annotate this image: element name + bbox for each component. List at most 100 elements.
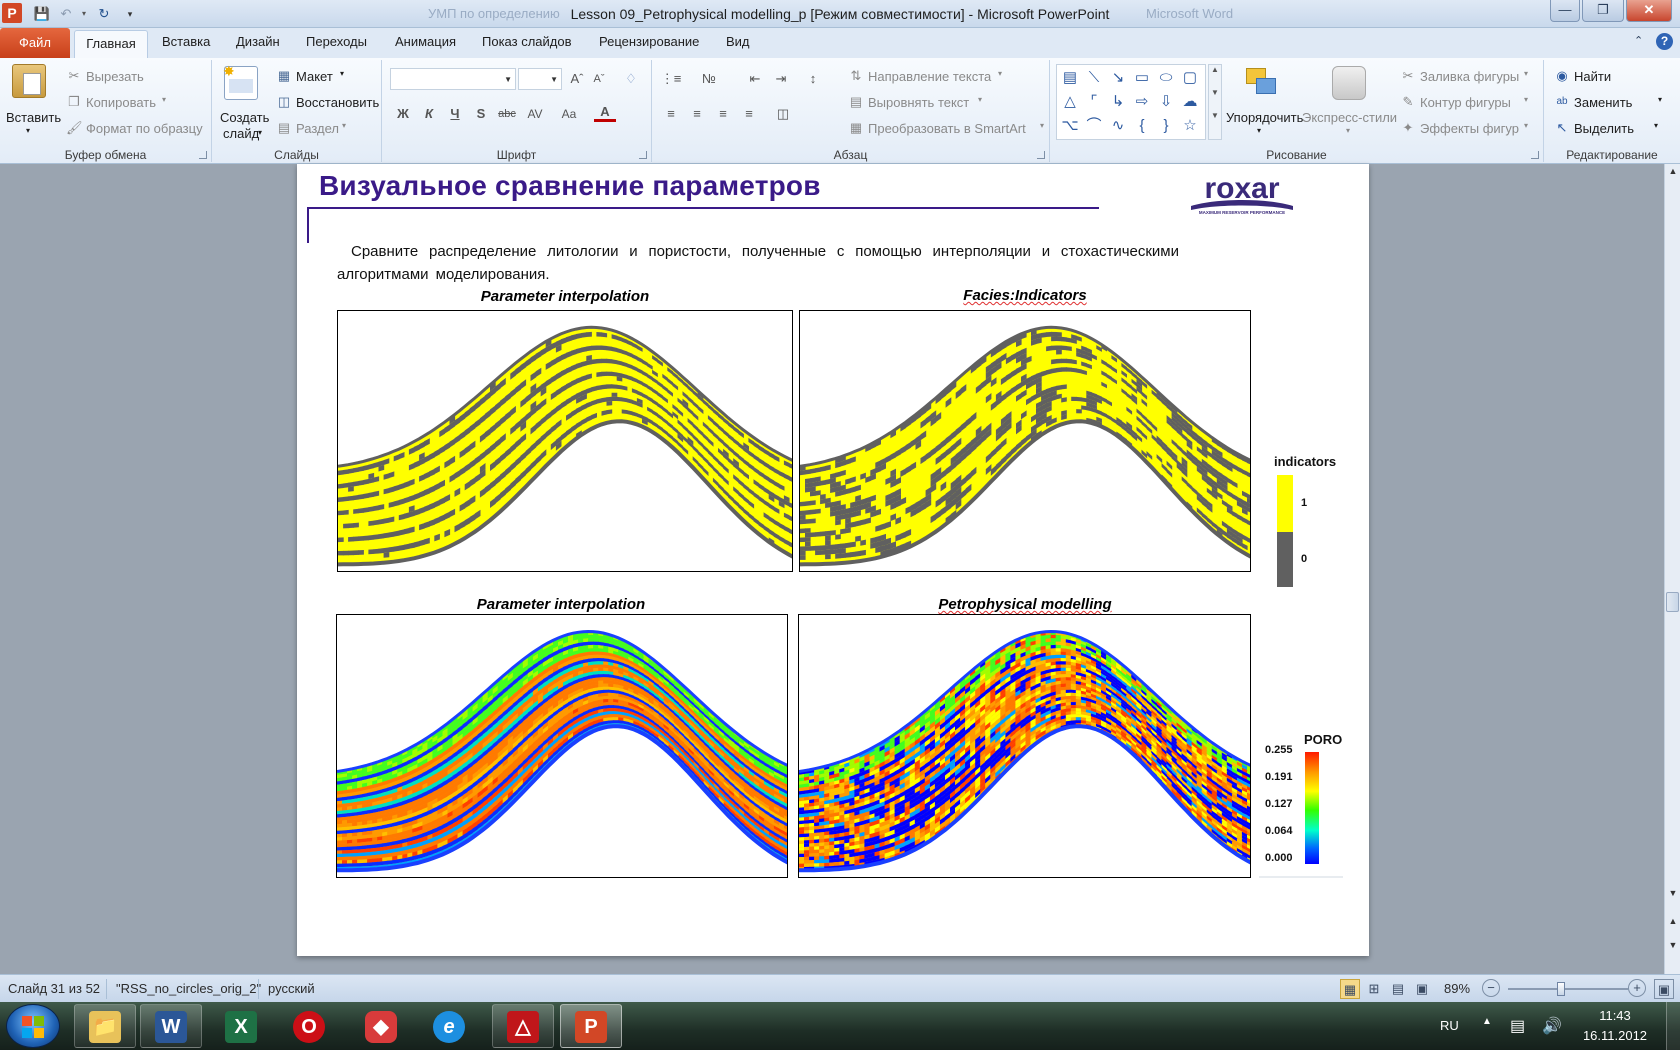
clear-formatting-icon[interactable]: ♢ <box>620 69 642 89</box>
elbow-arrow-icon[interactable]: ↳ <box>1107 91 1129 113</box>
minimize-ribbon-icon[interactable]: ⌃ <box>1634 34 1643 47</box>
left-brace-shape-icon[interactable]: { <box>1131 115 1153 137</box>
new-slide-button-line2[interactable]: слайд <box>223 126 259 141</box>
shape-outline-button[interactable]: Контур фигуры <box>1420 95 1511 110</box>
font-color-button[interactable]: A <box>594 102 616 122</box>
increase-indent-icon[interactable]: ⇥ <box>770 69 792 89</box>
paste-icon[interactable] <box>12 64 46 98</box>
vertical-scrollbar[interactable]: ▲ ▼ ▲ ▼ <box>1664 164 1680 974</box>
align-center-icon[interactable]: ≡ <box>686 104 708 124</box>
shadow-button[interactable]: S <box>470 104 492 124</box>
textbox-shape-icon[interactable]: ▤ <box>1059 67 1081 89</box>
reset-button[interactable]: Восстановить <box>296 95 379 110</box>
text-direction-dropdown-icon[interactable]: ▾ <box>998 69 1002 78</box>
align-right-icon[interactable]: ≡ <box>712 104 734 124</box>
right-arrow-shape-icon[interactable]: ⇨ <box>1131 91 1153 113</box>
columns-icon[interactable]: ◫ <box>772 104 794 124</box>
font-size-dropdown-icon[interactable]: ▼ <box>550 75 558 84</box>
plot-poro-petrophysical[interactable] <box>798 614 1251 878</box>
align-text-button[interactable]: Выровнять текст <box>868 95 969 110</box>
gallery-more-icon[interactable]: ▼ <box>1209 111 1221 120</box>
slide-body-text[interactable]: Сравните распределение литологии и порис… <box>337 240 1179 286</box>
plot-poro-interpolation[interactable] <box>336 614 788 878</box>
tab-insert[interactable]: Вставка <box>162 34 210 49</box>
arrange-button[interactable]: Упорядочить <box>1226 110 1303 125</box>
arrange-icon[interactable] <box>1244 66 1278 100</box>
shape-fill-button[interactable]: Заливка фигуры <box>1420 69 1519 84</box>
text-direction-button[interactable]: Направление текста <box>868 69 991 84</box>
gallery-up-icon[interactable]: ▲ <box>1209 65 1221 74</box>
shape-fill-dropdown-icon[interactable]: ▾ <box>1524 69 1528 78</box>
shapes-gallery-scroll[interactable]: ▲ ▼ ▼ <box>1208 64 1222 140</box>
shape-effects-button[interactable]: Эффекты фигур <box>1420 121 1519 136</box>
slide-canvas[interactable]: Визуальное сравнение параметров roxar MA… <box>297 164 1369 956</box>
close-button[interactable]: ✕ <box>1626 0 1672 22</box>
minimize-button[interactable]: — <box>1550 0 1580 22</box>
smartart-dropdown-icon[interactable]: ▾ <box>1040 121 1044 130</box>
justify-icon[interactable]: ≡ <box>738 104 760 124</box>
new-slide-button-line1[interactable]: Создать <box>220 110 269 125</box>
font-name-dropdown-icon[interactable]: ▼ <box>504 75 512 84</box>
shrink-font-icon[interactable]: Aˇ <box>588 69 610 89</box>
new-slide-dropdown-icon[interactable]: ▾ <box>258 128 262 137</box>
drawing-launcher-icon[interactable] <box>1531 151 1539 159</box>
section-button[interactable]: Раздел <box>296 121 339 136</box>
cloud-shape-icon[interactable]: ☁ <box>1179 91 1201 113</box>
section-dropdown-icon[interactable]: ▾ <box>342 121 346 130</box>
layout-button[interactable]: Макет <box>296 69 333 84</box>
copy-dropdown-icon[interactable]: ▾ <box>162 95 166 104</box>
next-slide-icon[interactable]: ▼ <box>1667 940 1679 952</box>
character-spacing-button[interactable]: AV <box>524 104 546 124</box>
select-button[interactable]: Выделить <box>1574 121 1634 136</box>
quick-styles-dropdown-icon[interactable]: ▾ <box>1346 126 1350 135</box>
tab-animation[interactable]: Анимация <box>395 34 456 49</box>
restore-button[interactable]: ❐ <box>1582 0 1624 22</box>
grow-font-icon[interactable]: Aˆ <box>566 69 588 89</box>
font-launcher-icon[interactable] <box>639 151 647 159</box>
quick-styles-icon[interactable] <box>1332 66 1366 100</box>
triangle-shape-icon[interactable]: △ <box>1059 91 1081 113</box>
plot-facies-interpolation[interactable] <box>337 310 793 572</box>
change-case-button[interactable]: Aa <box>558 104 580 124</box>
italic-button[interactable]: К <box>418 104 440 124</box>
format-painter-button[interactable]: Формат по образцу <box>86 121 203 136</box>
help-icon[interactable]: ? <box>1656 33 1673 50</box>
right-brace-shape-icon[interactable]: } <box>1155 115 1177 137</box>
slide-title[interactable]: Визуальное сравнение параметров <box>319 170 821 202</box>
paste-button[interactable]: Вставить <box>6 110 61 125</box>
replace-dropdown-icon[interactable]: ▾ <box>1658 95 1662 104</box>
tab-design[interactable]: Дизайн <box>236 34 280 49</box>
plot-facies-indicators[interactable] <box>799 310 1251 572</box>
font-name-combo[interactable]: ▼ <box>390 68 516 90</box>
down-arrow-shape-icon[interactable]: ⇩ <box>1155 91 1177 113</box>
cut-button[interactable]: Вырезать <box>86 69 144 84</box>
numbering-icon[interactable]: № <box>698 69 720 89</box>
oval-shape-icon[interactable]: ⬭ <box>1155 67 1177 89</box>
quick-styles-button[interactable]: Экспресс-стили <box>1302 110 1397 125</box>
paragraph-launcher-icon[interactable] <box>1037 151 1045 159</box>
tab-slideshow[interactable]: Показ слайдов <box>482 34 572 49</box>
arrange-dropdown-icon[interactable]: ▾ <box>1257 126 1261 135</box>
tab-view[interactable]: Вид <box>726 34 750 49</box>
star-shape-icon[interactable]: ☆ <box>1179 115 1201 137</box>
previous-slide-icon[interactable]: ▲ <box>1667 916 1679 928</box>
elbow-connector-icon[interactable]: ⌜ <box>1083 91 1105 113</box>
align-left-icon[interactable]: ≡ <box>660 104 682 124</box>
line-spacing-icon[interactable]: ↕ <box>802 69 824 89</box>
replace-button[interactable]: Заменить <box>1574 95 1632 110</box>
font-size-combo[interactable]: ▼ <box>518 68 562 90</box>
scroll-down-icon[interactable]: ▼ <box>1667 888 1679 900</box>
convert-smartart-button[interactable]: Преобразовать в SmartArt <box>868 121 1026 136</box>
tab-review[interactable]: Рецензирование <box>599 34 699 49</box>
tab-file[interactable]: Файл <box>0 28 70 58</box>
bullets-icon[interactable]: ⋮≡ <box>660 69 682 89</box>
decrease-indent-icon[interactable]: ⇤ <box>744 69 766 89</box>
rectangle-shape-icon[interactable]: ▭ <box>1131 67 1153 89</box>
underline-button[interactable]: Ч <box>444 104 466 124</box>
tab-transitions[interactable]: Переходы <box>306 34 367 49</box>
layout-dropdown-icon[interactable]: ▾ <box>340 69 344 78</box>
align-text-dropdown-icon[interactable]: ▾ <box>978 95 982 104</box>
freeform-shape-icon[interactable]: ⌥ <box>1059 115 1081 137</box>
scroll-up-icon[interactable]: ▲ <box>1667 166 1679 178</box>
clipboard-launcher-icon[interactable] <box>199 151 207 159</box>
